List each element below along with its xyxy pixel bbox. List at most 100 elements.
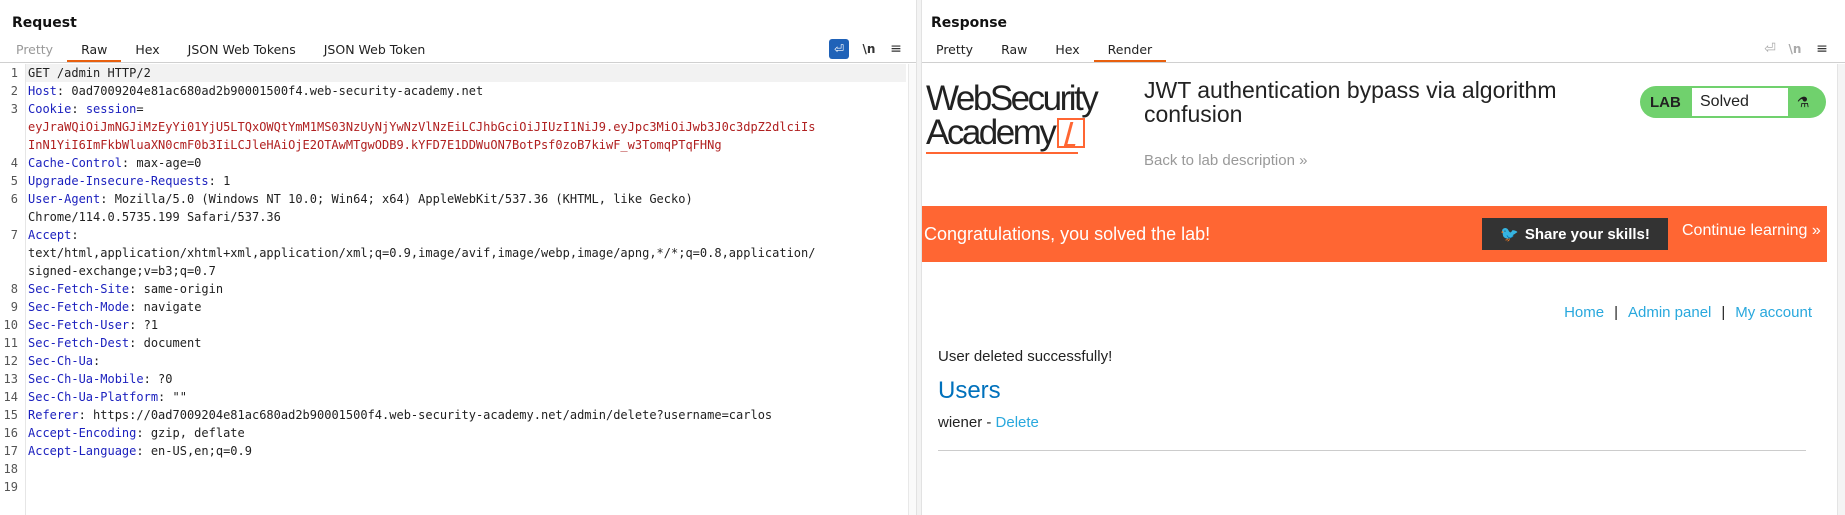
twitter-icon: 🐦 xyxy=(1500,226,1519,243)
header-value: ?1 xyxy=(136,318,159,332)
line-text: signed-exchange;v=b3;q=0.7 xyxy=(28,264,216,278)
line-text: text/html,application/xhtml+xml,applicat… xyxy=(28,246,816,260)
code-line: 11 Sec-Fetch-Dest: document xyxy=(0,334,910,352)
header-colon: : xyxy=(136,426,144,440)
solved-banner: Congratulations, you solved the lab! 🐦 Sh… xyxy=(922,206,1827,262)
line-number: 2 xyxy=(10,84,18,98)
code-line: 13 Sec-Ch-Ua-Mobile: ?0 xyxy=(0,370,910,388)
code-line: 4 Cache-Control: max-age=0 xyxy=(0,154,910,172)
line-text: Chrome/114.0.5735.199 Safari/537.36 xyxy=(28,210,281,224)
hamburger-menu-icon[interactable]: ≡ xyxy=(1812,39,1832,59)
share-skills-button[interactable]: 🐦 Share your skills! xyxy=(1482,218,1668,250)
code-line: Chrome/114.0.5735.199 Safari/537.36 xyxy=(0,208,910,226)
line-number: 1 xyxy=(10,66,18,80)
cookie-value: eyJraWQiOiJmNGJiMzEyYi01YjU5LTQxOWQtYmM1… xyxy=(28,120,816,134)
header-name: Accept-Encoding xyxy=(28,426,137,440)
header-name: Referer xyxy=(28,408,79,422)
badge-status: Solved xyxy=(1692,88,1788,116)
delete-user-link[interactable]: Delete xyxy=(996,414,1039,431)
nav-admin-panel[interactable]: Admin panel xyxy=(1628,304,1711,321)
line-number: 4 xyxy=(10,156,18,170)
hamburger-menu-icon[interactable]: ≡ xyxy=(886,39,906,59)
deleted-message: User deleted successfully! xyxy=(938,348,1113,365)
back-to-lab-link[interactable]: Back to lab description » xyxy=(1144,152,1307,169)
nav-home[interactable]: Home xyxy=(1564,304,1604,321)
header-value xyxy=(79,102,86,116)
header-value: ?0 xyxy=(150,372,173,386)
header-colon: : xyxy=(93,354,101,368)
logo-line2: Academy xyxy=(926,113,1057,152)
header-value: "" xyxy=(165,390,187,404)
line-number: 19 xyxy=(3,480,18,494)
code-line: 17 Accept-Language: en-US,en;q=0.9 xyxy=(0,442,910,460)
cookie-name: session xyxy=(85,102,137,116)
line-number: 10 xyxy=(3,318,18,332)
tab-json-web-token[interactable]: JSON Web Token xyxy=(310,40,440,62)
lab-status-badge: LAB Solved ⚗ xyxy=(1640,86,1826,118)
header-colon: : xyxy=(143,372,151,386)
header-name: Host xyxy=(28,84,57,98)
tab-raw[interactable]: Raw xyxy=(67,40,122,62)
tab-pretty[interactable]: Pretty xyxy=(922,40,987,62)
code-line: 16 Accept-Encoding: gzip, deflate xyxy=(0,424,910,442)
line-number xyxy=(0,136,22,154)
response-scrollbar[interactable] xyxy=(1837,64,1845,515)
line-number xyxy=(0,262,22,280)
header-value: en-US,en;q=0.9 xyxy=(143,444,252,458)
line-number: 16 xyxy=(3,426,18,440)
header-name: Sec-Fetch-Dest xyxy=(28,336,130,350)
cookie-eq: = xyxy=(136,102,144,116)
header-value: max-age=0 xyxy=(129,156,202,170)
line-number: 12 xyxy=(3,354,18,368)
code-line: 1 GET /admin HTTP/2 xyxy=(0,64,910,82)
line-number xyxy=(0,244,22,262)
wrap-lines-icon[interactable]: ⏎ xyxy=(1760,39,1780,59)
line-text: GET /admin HTTP/2 xyxy=(28,66,151,80)
code-line: 15 Referer: https://0ad7009204e81ac680ad2… xyxy=(0,406,910,424)
line-number: 6 xyxy=(10,192,18,206)
tabbar-divider xyxy=(0,62,916,63)
tab-json-web-tokens[interactable]: JSON Web Tokens xyxy=(174,40,310,62)
code-line: 19 xyxy=(0,478,910,496)
code-line: 8 Sec-Fetch-Site: same-origin xyxy=(0,280,910,298)
site-nav: Home | Admin panel | My account xyxy=(1564,304,1812,321)
request-editor[interactable]: 1 GET /admin HTTP/2 2 Host: 0ad7009204e81a… xyxy=(0,64,916,515)
nav-separator: | xyxy=(1721,304,1726,321)
flask-icon: ⚗ xyxy=(1796,93,1810,110)
header-value: same-origin xyxy=(136,282,224,296)
tab-hex[interactable]: Hex xyxy=(1041,40,1093,62)
header-value: Mozilla/5.0 (Windows NT 10.0; Win64; x64… xyxy=(107,192,693,206)
header-colon: : xyxy=(71,102,79,116)
header-name: User-Agent xyxy=(28,192,101,206)
header-name: Sec-Fetch-Site xyxy=(28,282,130,296)
web-security-academy-logo[interactable]: WebSecurity Academy xyxy=(926,81,1099,152)
burp-repeater-view: Request Pretty Raw Hex JSON Web Tokens J… xyxy=(0,0,1845,515)
header-name: Sec-Fetch-User xyxy=(28,318,130,332)
continue-learning-link[interactable]: Continue learning » xyxy=(1682,222,1821,240)
line-number: 15 xyxy=(3,408,18,422)
nav-my-account[interactable]: My account xyxy=(1735,304,1812,321)
code-line: 10 Sec-Fetch-User: ?1 xyxy=(0,316,910,334)
header-name: Sec-Ch-Ua xyxy=(28,354,94,368)
line-number: 11 xyxy=(3,336,18,350)
tab-hex[interactable]: Hex xyxy=(121,40,173,62)
wrap-lines-icon[interactable]: ⏎ xyxy=(829,39,849,59)
header-name: Sec-Ch-Ua-Platform xyxy=(28,390,159,404)
newline-toggle[interactable]: \n xyxy=(859,39,879,59)
tab-pretty[interactable]: Pretty xyxy=(2,40,67,62)
line-number: 13 xyxy=(3,372,18,386)
code-line: 3 Cookie: session= xyxy=(0,100,910,118)
banner-message: Congratulations, you solved the lab! xyxy=(924,223,1211,244)
newline-toggle[interactable]: \n xyxy=(1785,39,1805,59)
header-colon: : xyxy=(208,174,216,188)
header-colon: : xyxy=(136,444,144,458)
response-title: Response xyxy=(931,15,1008,31)
request-scrollbar[interactable] xyxy=(908,64,916,515)
tab-raw[interactable]: Raw xyxy=(987,40,1041,62)
line-number: 3 xyxy=(10,102,18,116)
tab-render[interactable]: Render xyxy=(1093,40,1167,62)
users-heading: Users xyxy=(938,377,1001,404)
line-number: 9 xyxy=(10,300,18,314)
code-line: 7 Accept: xyxy=(0,226,910,244)
logo-underline xyxy=(926,152,1078,154)
